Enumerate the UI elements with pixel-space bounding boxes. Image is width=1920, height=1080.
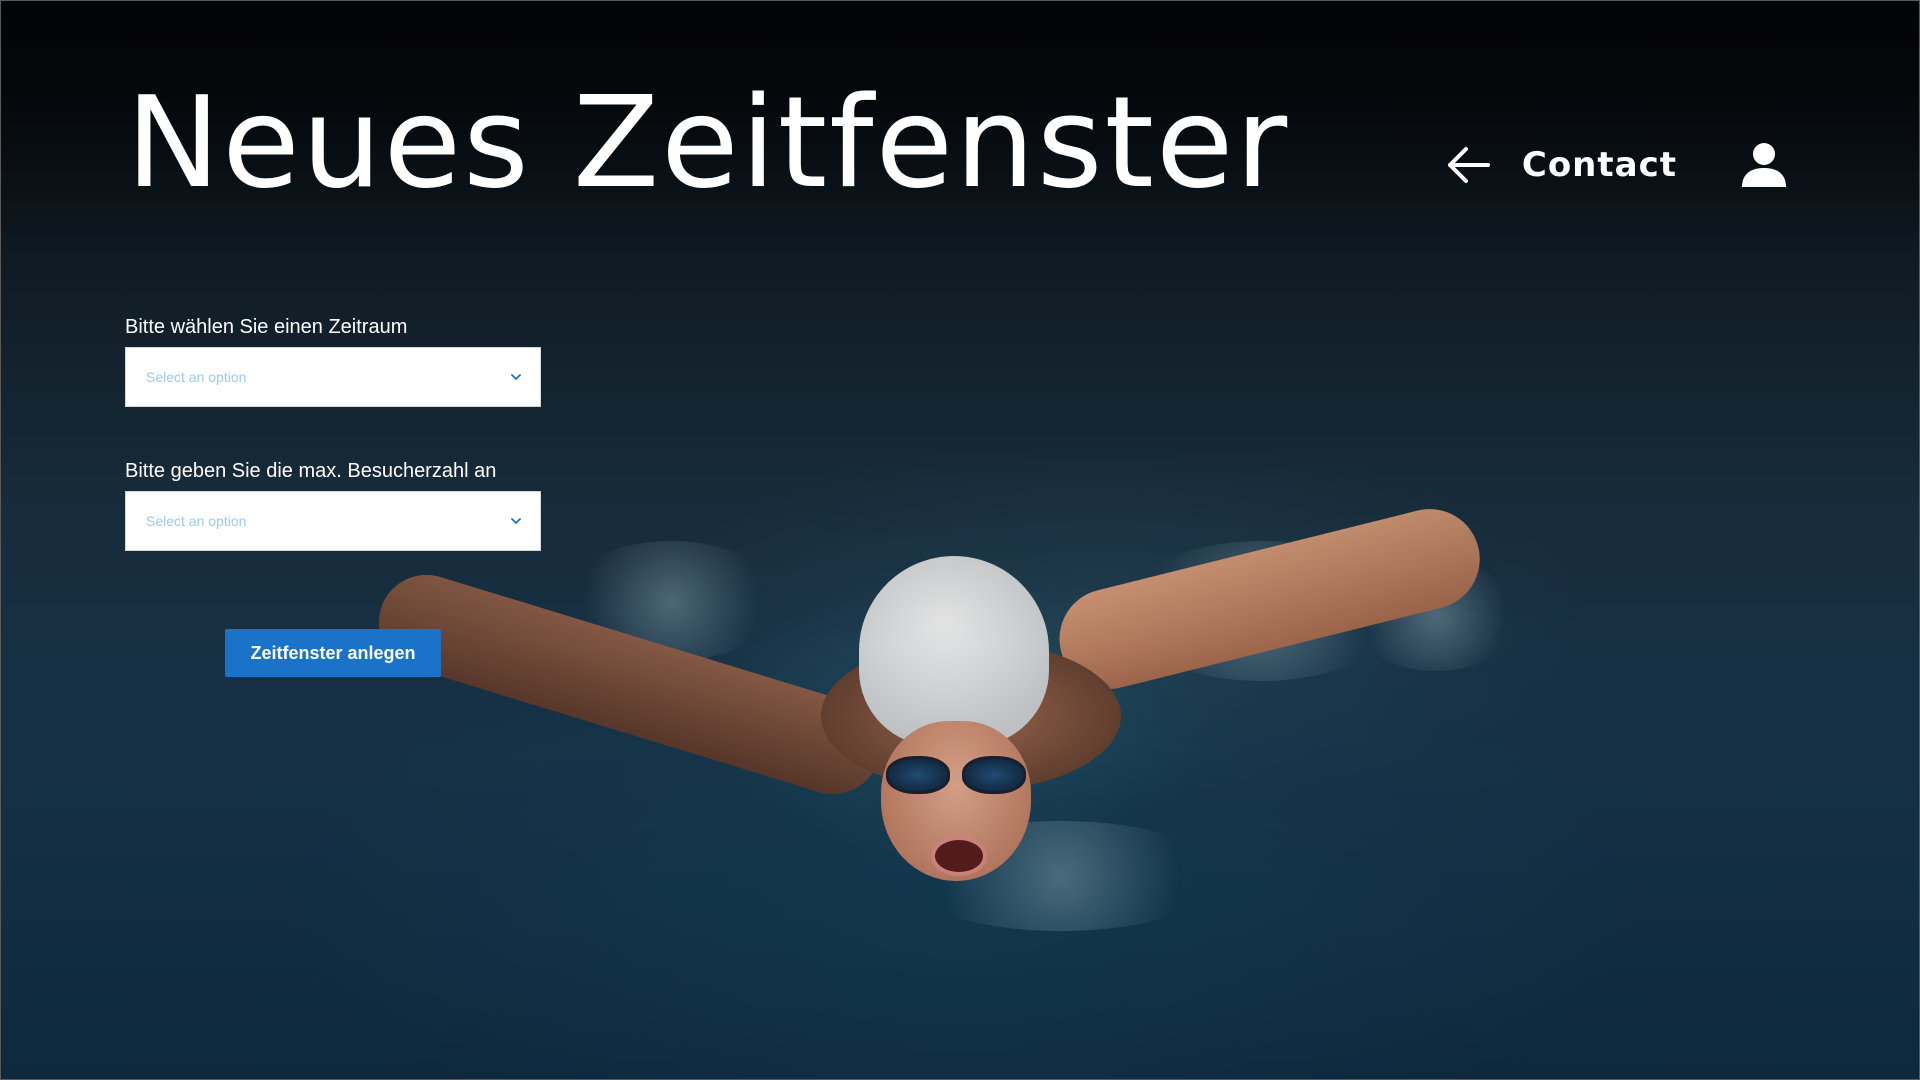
arrow-left-icon: [1447, 147, 1490, 183]
timeframe-label: Bitte wählen Sie einen Zeitraum: [125, 316, 408, 338]
max-visitors-select[interactable]: Select an option: [125, 491, 541, 551]
timeframe-select[interactable]: Select an option: [125, 347, 541, 407]
top-nav: Contact: [1444, 129, 1791, 201]
max-visitors-field: Bitte geben Sie die max. Besucherzahl an…: [125, 459, 545, 551]
max-visitors-label: Bitte geben Sie die max. Besucherzahl an: [125, 460, 497, 482]
back-button[interactable]: [1444, 141, 1492, 189]
time-slot-form: Bitte wählen Sie einen Zeitraum Select a…: [125, 315, 545, 677]
chevron-down-icon: [510, 515, 522, 527]
chevron-down-icon: [510, 371, 522, 383]
user-icon: [1742, 143, 1786, 187]
page-title: Neues Zeitfenster: [126, 69, 1290, 216]
contact-link[interactable]: Contact: [1522, 145, 1677, 185]
max-visitors-select-placeholder: Select an option: [146, 513, 247, 529]
timeframe-select-placeholder: Select an option: [146, 369, 247, 385]
timeframe-field: Bitte wählen Sie einen Zeitraum Select a…: [125, 315, 545, 407]
page: Neues Zeitfenster Contact Bitte wählen S…: [0, 0, 1920, 1080]
user-account-button[interactable]: [1737, 138, 1791, 192]
create-time-slot-button[interactable]: Zeitfenster anlegen: [225, 629, 441, 677]
